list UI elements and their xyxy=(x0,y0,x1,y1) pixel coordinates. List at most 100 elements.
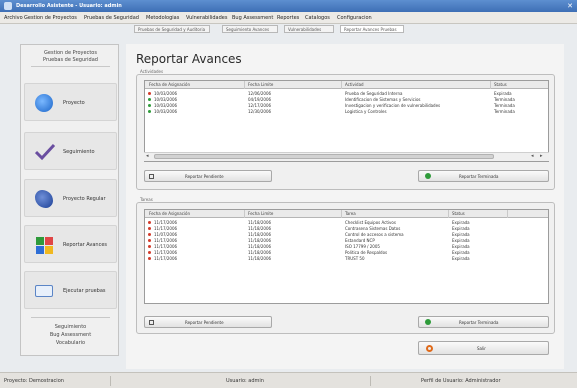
statusbar: Proyecto: Demostracion Usuario: admin Pe… xyxy=(0,372,577,388)
window-title: Desarrollo Asistente - Usuario: admin xyxy=(16,3,122,9)
sidebar-link-vocabulario[interactable]: Vocabulario xyxy=(23,340,118,346)
table-cell: 11/07/2006 xyxy=(154,232,178,237)
sidebar: Gestion de Proyectos Pruebas de Segurida… xyxy=(20,44,119,356)
sidebar-divider xyxy=(31,317,110,318)
table-cell: Logistica y Controles xyxy=(345,109,387,114)
table-row[interactable]: 10/03/2006 12/30/2006 Logistica y Controle… xyxy=(145,109,548,115)
table-cell: 12/17/2006 xyxy=(248,103,272,108)
sidebar-item-seguimiento[interactable]: Seguimiento xyxy=(24,132,117,170)
col-fecha-limite[interactable]: Fecha Limite xyxy=(248,82,273,87)
tab-vulnerabilidades[interactable]: Vulnerabilidades xyxy=(284,25,334,33)
menu-reportes[interactable]: Reportes xyxy=(277,15,299,21)
table-cell: Contrasena Sistemas Datos xyxy=(345,226,401,231)
table-cell: 12/30/2006 xyxy=(248,109,272,114)
menu-vulnerabilidades[interactable]: Vulnerabilidades xyxy=(186,15,227,21)
button-label: Reportar Pendiente xyxy=(185,174,224,179)
table-cell: Estandard NCP xyxy=(345,238,375,243)
sidebar-item-ejecutar-pruebas[interactable]: Ejecutar pruebas xyxy=(24,271,117,309)
menubar: Archivo Gestion de Proyectos Pruebas de … xyxy=(0,12,577,24)
col-fecha-limite[interactable]: Fecha Limite xyxy=(248,211,273,216)
sidebar-title-line1: Gestion de Proyectos xyxy=(44,50,97,56)
tab-reportar-avances[interactable]: Reportar Avances Pruebas xyxy=(340,25,404,33)
sidebar-item-label: Proyecto xyxy=(63,100,85,106)
error-status-icon xyxy=(147,91,152,96)
table-cell: 11/18/2006 xyxy=(248,244,272,249)
table-cell: 10/03/2006 xyxy=(154,103,178,108)
tab-pruebas[interactable]: Pruebas de Seguridad y Auditoria xyxy=(134,25,210,33)
sidebar-link-seguimiento[interactable]: Seguimiento xyxy=(23,324,118,330)
error-status-icon xyxy=(147,220,152,225)
table-cell: TRUST 50 xyxy=(345,256,365,261)
exit-button[interactable]: Salir xyxy=(418,341,549,355)
error-status-icon xyxy=(147,238,152,243)
table-cell: Checklist Equipos Activos xyxy=(345,220,396,225)
menu-pruebas-seguridad[interactable]: Pruebas de Seguridad xyxy=(84,15,139,21)
col-fecha-asignacion[interactable]: Fecha de Asignación xyxy=(149,211,190,216)
table-cell: 11/17/2006 xyxy=(154,250,178,255)
sidebar-item-proyecto-regular[interactable]: Proyecto Regular xyxy=(24,179,117,217)
menu-catalogos[interactable]: Catalogos xyxy=(305,15,330,21)
table-cell: Identificacion de Sistemas y Servicios xyxy=(345,97,421,102)
table-cell: Terminada xyxy=(494,103,515,108)
table-cell: Terminada xyxy=(494,109,515,114)
horizontal-scrollbar[interactable]: ◂ ◂ ▸ xyxy=(144,152,549,161)
table-cell: 11/18/2006 xyxy=(248,256,272,261)
app-icon xyxy=(4,2,12,10)
table-cell: 11/18/2006 xyxy=(248,220,272,225)
table-cell: 12/06/2006 xyxy=(248,91,272,96)
sidebar-item-label: Seguimiento xyxy=(63,149,95,155)
done-icon xyxy=(425,173,431,179)
project-icon xyxy=(35,94,53,112)
sidebar-item-label: Ejecutar pruebas xyxy=(63,288,106,294)
table-header: Fecha de Asignación Fecha Limite Tarea S… xyxy=(145,210,548,218)
checkmark-icon xyxy=(34,143,56,161)
table-cell: 10/03/2006 xyxy=(154,91,178,96)
sidebar-item-reportar-avances[interactable]: Reportar Avances xyxy=(24,225,117,263)
done-icon xyxy=(425,319,431,325)
scroll-thumb[interactable] xyxy=(154,154,494,159)
tab-seguimiento[interactable]: Seguimiento Avances xyxy=(222,25,278,33)
col-tarea[interactable]: Tarea xyxy=(345,211,356,216)
error-status-icon xyxy=(147,232,152,237)
menu-gestion-proyectos[interactable]: Gestion de Proyectos xyxy=(24,15,77,21)
tasks-report-pending-button[interactable]: Reportar Pendiente xyxy=(144,316,272,328)
table-header: Fecha de Asignación Fecha Limite Activid… xyxy=(145,81,548,89)
button-label: Reportar Terminada xyxy=(459,174,499,179)
scroll-right-icon[interactable]: ▸ xyxy=(540,153,543,159)
error-status-icon xyxy=(147,256,152,261)
activities-report-pending-button[interactable]: Reportar Pendiente xyxy=(144,170,272,182)
col-status[interactable]: Status xyxy=(494,82,507,87)
ok-status-icon xyxy=(147,109,152,114)
sidebar-item-label: Proyecto Regular xyxy=(63,196,106,202)
col-status[interactable]: Status xyxy=(452,211,465,216)
table-cell: 11/18/2006 xyxy=(248,250,272,255)
table-cell: 10/03/2006 xyxy=(154,109,178,114)
sidebar-link-bug-assessment[interactable]: Bug Assessment xyxy=(23,332,118,338)
menu-bug-assessment[interactable]: Bug Assessment xyxy=(232,15,273,21)
pending-icon xyxy=(149,320,154,325)
scroll-left-icon[interactable]: ◂ xyxy=(146,153,149,159)
menu-configuracion[interactable]: Configuracion xyxy=(337,15,372,21)
activities-report-done-button[interactable]: Reportar Terminada xyxy=(418,170,549,182)
activities-table: Fecha de Asignación Fecha Limite Activid… xyxy=(144,80,549,162)
menu-metodologias[interactable]: Metodologias xyxy=(146,15,179,21)
monitor-icon xyxy=(35,285,53,297)
menu-archivo[interactable]: Archivo xyxy=(4,15,23,21)
table-cell: Terminada xyxy=(494,97,515,102)
error-status-icon xyxy=(147,250,152,255)
sidebar-item-proyecto[interactable]: Proyecto xyxy=(24,83,117,121)
tasks-report-done-button[interactable]: Reportar Terminada xyxy=(418,316,549,328)
table-cell: Expirada xyxy=(452,232,470,237)
table-row[interactable]: 11/17/2006 11/18/2006 TRUST 50 Expirada xyxy=(145,256,548,262)
scroll-left-icon[interactable]: ◂ xyxy=(531,153,534,159)
table-cell: 11/17/2006 xyxy=(154,226,178,231)
exit-icon xyxy=(426,345,433,352)
table-cell: Expirada xyxy=(452,250,470,255)
error-status-icon xyxy=(147,244,152,249)
col-actividad[interactable]: Actividad xyxy=(345,82,364,87)
table-cell: ISO 17799 / 2005 xyxy=(345,244,380,249)
close-window-icon[interactable]: ✕ xyxy=(567,2,573,10)
table-cell: 11/18/2006 xyxy=(248,226,272,231)
tasks-table: Fecha de Asignación Fecha Limite Tarea S… xyxy=(144,209,549,304)
col-fecha-asignacion[interactable]: Fecha de Asignación xyxy=(149,82,190,87)
